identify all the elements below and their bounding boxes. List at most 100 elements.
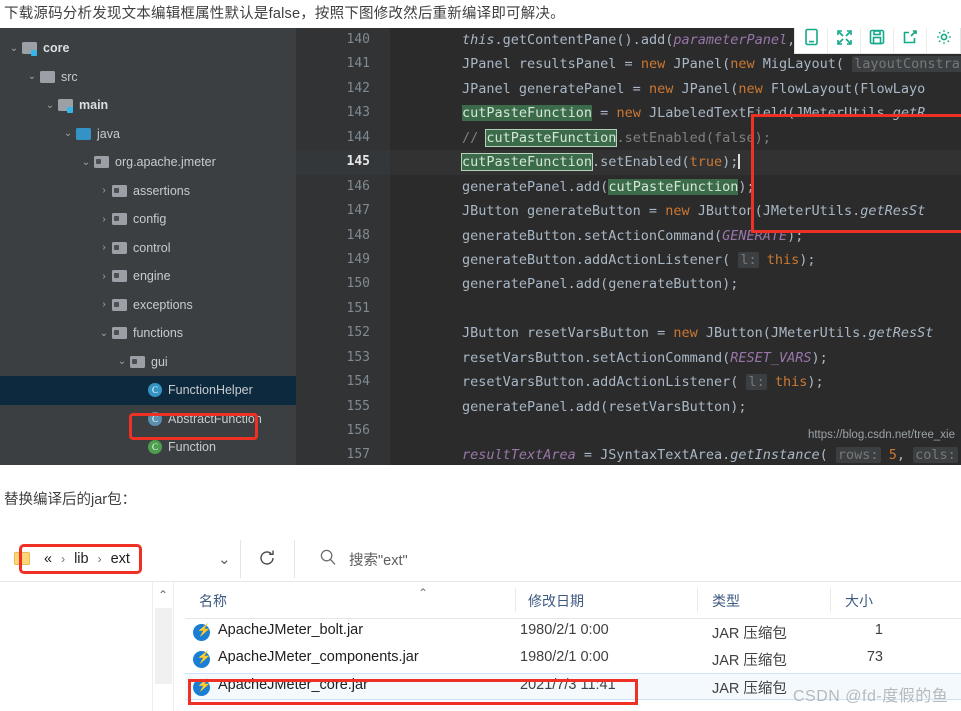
file-date: 1980/2/1 0:00 — [520, 622, 609, 638]
chevron-down-icon[interactable]: ⌄ — [26, 71, 38, 82]
line-number: 147 — [346, 203, 370, 219]
tree-item-java[interactable]: ⌄ java — [0, 120, 296, 149]
column-header-size[interactable]: 大小 — [845, 591, 873, 611]
highlight-box-core-jar — [188, 679, 638, 705]
floating-toolbar[interactable] — [794, 28, 961, 54]
class-blue-icon: C — [148, 383, 162, 398]
file-row[interactable]: ApacheJMeter_bolt.jar 1980/2/1 0:00 JAR 压缩… — [185, 619, 961, 646]
chevron-right-icon[interactable]: › — [98, 242, 110, 253]
code-line[interactable]: JPanel resultsPanel = new JPanel(new Mig… — [390, 52, 961, 76]
tree-item-src[interactable]: ⌄ src — [0, 63, 296, 92]
column-header-type[interactable]: 类型 — [712, 591, 740, 611]
folder-package-icon — [94, 156, 109, 169]
tree-item-label: main — [79, 98, 109, 113]
search-box[interactable]: 搜索"ext" — [303, 536, 408, 582]
tree-item-org-apache-jmeter[interactable]: ⌄ org.apache.jmeter — [0, 148, 296, 177]
chevron-right-icon[interactable]: › — [98, 271, 110, 282]
file-type: JAR 压缩包 — [712, 681, 787, 697]
chevron-down-icon[interactable]: ⌄ — [80, 157, 92, 168]
chevron-down-icon[interactable]: ⌄ — [116, 356, 128, 367]
file-name: ApacheJMeter_bolt.jar — [218, 622, 364, 638]
column-header-row[interactable]: 名称 ⌃ 修改日期 类型 大小 — [185, 582, 961, 619]
tree-item-gui[interactable]: ⌄ gui — [0, 348, 296, 377]
tree-item-functions[interactable]: ⌄ functions — [0, 319, 296, 348]
file-size: 73 — [866, 649, 883, 665]
search-icon — [319, 548, 337, 571]
column-header-date[interactable]: 修改日期 — [528, 591, 584, 611]
class-green-icon: C — [148, 440, 162, 455]
address-bar[interactable]: « › lib › ext ⌄ 搜索"ext" — [0, 536, 961, 582]
chevron-down-icon[interactable]: ⌄ — [44, 100, 56, 111]
chevron-right-icon[interactable]: › — [98, 185, 110, 196]
line-number: 145 — [296, 150, 390, 175]
line-number: 151 — [346, 300, 370, 316]
folder-package-icon — [130, 355, 145, 368]
code-line[interactable]: generatePanel.add(resetVarsButton); — [390, 395, 961, 419]
tree-item-assertions[interactable]: › assertions — [0, 177, 296, 206]
save-icon[interactable] — [861, 28, 894, 53]
folder-package-icon — [112, 241, 127, 254]
line-number: 140 — [346, 32, 370, 47]
code-line[interactable]: JPanel generatePanel = new JPanel(new Fl… — [390, 77, 961, 101]
jar-file-icon — [193, 623, 211, 641]
file-date: 1980/2/1 0:00 — [520, 649, 609, 665]
tree-item-control[interactable]: › control — [0, 234, 296, 263]
divider — [830, 588, 831, 612]
file-size: 1 — [874, 622, 883, 638]
search-input[interactable]: 搜索"ext" — [349, 549, 408, 570]
chevron-right-icon[interactable]: › — [98, 299, 110, 310]
code-line[interactable]: resetVarsButton.setActionCommand(RESET_V… — [390, 346, 961, 370]
tree-item-label: org.apache.jmeter — [115, 155, 216, 170]
highlight-box-breadcrumb — [19, 544, 142, 574]
divider — [697, 588, 698, 612]
scrollbar-thumb[interactable] — [155, 608, 172, 684]
mobile-preview-icon[interactable] — [795, 28, 828, 53]
fullscreen-icon[interactable] — [828, 28, 861, 53]
tree-item-label: FunctionHelper — [168, 383, 253, 398]
file-type: JAR 压缩包 — [712, 653, 787, 669]
tree-item-config[interactable]: › config — [0, 205, 296, 234]
article-intro-text: 下载源码分析发现文本编辑框属性默认是false，按照下图修改然后重新编译即可解决… — [4, 6, 565, 22]
line-number: 142 — [346, 80, 370, 96]
code-line[interactable]: resultTextArea = JSyntaxTextArea.getInst… — [390, 443, 961, 465]
folder-package-icon — [112, 270, 127, 283]
file-row[interactable]: ApacheJMeter_components.jar 1980/2/1 0:00… — [185, 646, 961, 673]
column-header-name[interactable]: 名称 — [199, 591, 227, 611]
code-line[interactable]: resetVarsButton.addActionListener( l: th… — [390, 370, 961, 394]
list-scrollbar[interactable]: ⌃ — [152, 582, 174, 711]
code-content[interactable]: this.getContentPane().add(parameterPanel… — [390, 28, 961, 465]
chevron-down-icon[interactable]: ⌄ — [62, 128, 74, 139]
refresh-icon[interactable] — [256, 547, 278, 569]
line-number: 152 — [346, 325, 370, 341]
chevron-down-icon[interactable]: ⌄ — [8, 43, 20, 54]
code-editor[interactable]: 140 141 142 143 144 145 146 147 148 149 150 151 152 1… — [296, 28, 961, 465]
tree-item-label: src — [61, 69, 78, 84]
share-icon[interactable] — [894, 28, 927, 53]
line-number: 157 — [346, 447, 370, 463]
jar-replace-caption: 替换编译后的jar包： — [4, 492, 137, 508]
tree-item-label: functions — [133, 326, 184, 341]
code-line[interactable]: generatePanel.add(generateButton); — [390, 272, 961, 296]
tree-item-core[interactable]: ⌄ core — [0, 34, 296, 63]
line-number: 149 — [346, 251, 370, 267]
code-line[interactable]: generateButton.addActionListener( l: thi… — [390, 248, 961, 272]
chevron-down-icon[interactable]: ⌄ — [98, 328, 110, 339]
chevron-right-icon[interactable]: › — [98, 214, 110, 225]
line-number: 154 — [346, 374, 370, 390]
settings-icon[interactable] — [927, 28, 960, 53]
tree-item-functionhelper[interactable]: C FunctionHelper — [0, 376, 296, 405]
tree-item-label: config — [133, 212, 167, 227]
chevron-down-icon[interactable]: ⌄ — [218, 550, 231, 568]
tree-item-engine[interactable]: › engine — [0, 262, 296, 291]
code-line[interactable] — [390, 297, 961, 321]
code-line[interactable]: JButton resetVarsButton = new JButton(JM… — [390, 321, 961, 345]
tree-item-exceptions[interactable]: › exceptions — [0, 291, 296, 320]
ide-screenshot: ⌄ core ⌄ src ⌄ main ⌄ java ⌄ org.apache.jmeter › as… — [0, 28, 961, 465]
project-tree-panel[interactable]: ⌄ core ⌄ src ⌄ main ⌄ java ⌄ org.apache.jmeter › as… — [0, 28, 296, 465]
line-number: 153 — [346, 349, 370, 365]
tree-item-main[interactable]: ⌄ main — [0, 91, 296, 120]
folder-package-icon — [112, 298, 127, 311]
chevron-up-icon[interactable]: ⌃ — [158, 588, 168, 602]
tree-item-label: engine — [133, 269, 171, 284]
highlight-box-code — [751, 114, 961, 233]
